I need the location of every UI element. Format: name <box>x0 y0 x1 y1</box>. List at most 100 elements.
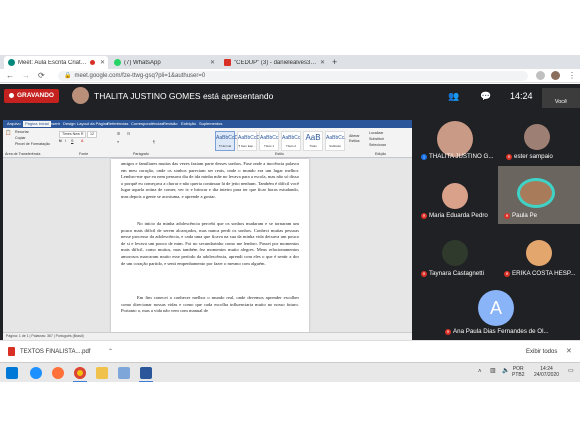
windows-taskbar: ˄ ▥ 🔈 POR PTB2 14:24 24/07/2020 ▭ <box>0 362 580 383</box>
word-app-icon[interactable] <box>140 367 152 379</box>
tray-up-arrow-icon[interactable]: ˄ <box>478 369 482 375</box>
tab-meet[interactable]: Meet: Aula Escrita Criativa ✕ <box>4 56 108 69</box>
lock-icon: 🔒 <box>64 73 72 79</box>
copy-button[interactable]: Copiar <box>15 136 26 141</box>
word-tab-exibicao[interactable]: Exibição <box>181 121 196 127</box>
change-styles-button[interactable]: Alterar Estilos <box>349 134 365 144</box>
pilcrow-icon[interactable]: ¶ <box>153 140 155 145</box>
download-item[interactable]: TEXTOS FINALISTA....pdf <box>20 347 90 357</box>
windows-start-icon[interactable] <box>6 367 18 379</box>
file-explorer-icon[interactable] <box>96 367 108 379</box>
participant-avatar <box>526 240 552 266</box>
pdf-file-icon <box>8 347 15 356</box>
word-tab-revisao[interactable]: Revisão <box>163 121 177 127</box>
recording-badge: GRAVANDO <box>4 89 59 103</box>
top-blank-area <box>0 0 580 55</box>
close-icon[interactable]: ✕ <box>566 347 572 357</box>
font-name-select[interactable]: Times New R <box>59 131 87 138</box>
edge-browser-icon[interactable] <box>30 367 42 379</box>
bold-icon[interactable]: N <box>59 139 62 144</box>
people-icon[interactable]: 👥 <box>448 90 459 102</box>
participant-avatar <box>437 121 473 157</box>
underline-icon[interactable]: S <box>71 139 73 144</box>
clock-date: 24/07/2020 <box>534 372 560 378</box>
bullets-icon[interactable]: ☰ <box>117 132 120 137</box>
gmail-favicon-icon <box>224 59 231 66</box>
styles-group-label: Estilo <box>275 152 284 156</box>
style-subtitle[interactable]: AaBbCc. Subtítulo <box>325 131 346 151</box>
word-window: Arquivo Página Inicial Inserir Design La… <box>3 120 412 340</box>
find-button[interactable]: Localizar <box>369 131 383 136</box>
profile-avatar[interactable] <box>551 71 560 80</box>
style-name: Título 2 <box>285 144 296 148</box>
style-heading-1[interactable]: AaBbCc Título 1 <box>259 131 279 151</box>
style-normal[interactable]: AaBbCcDc ¶ Normal <box>215 131 240 151</box>
style-preview: AaBbCc. <box>326 135 346 141</box>
mic-off-icon: ✕ <box>506 154 512 160</box>
star-icon[interactable] <box>536 71 545 80</box>
show-all-button[interactable]: Exibir todos <box>526 347 557 357</box>
forward-arrow-icon[interactable]: → <box>22 70 30 82</box>
tab-gmail[interactable]: "CEDUP" (3) - danielealves36@ ✕ <box>220 56 328 69</box>
align-justify-icon[interactable]: ≡ <box>117 140 119 145</box>
notifications-icon[interactable]: ▭ <box>568 368 574 374</box>
style-title[interactable]: AaB Título <box>303 131 323 151</box>
word-tab-layout[interactable]: Layout da Página <box>77 121 108 127</box>
word-tab-arquivo[interactable]: Arquivo <box>7 121 21 127</box>
chevron-down-icon[interactable]: ⌃ <box>108 347 113 357</box>
word-tab-inserir[interactable]: Inserir <box>49 121 60 127</box>
menu-dots-icon[interactable]: ⋮ <box>568 70 576 82</box>
firefox-icon[interactable] <box>52 367 64 379</box>
word-tab-referencias[interactable]: Referências <box>107 121 128 127</box>
paragraph-group-label: Parágrafo <box>133 152 149 156</box>
network-icon[interactable]: ▥ <box>490 368 496 374</box>
presenter-text: THALITA JUSTINO GOMES está apresentando <box>94 91 274 101</box>
close-icon[interactable]: ✕ <box>100 59 105 66</box>
new-tab-button[interactable]: + <box>332 55 337 69</box>
word-tab-correspondencias[interactable]: Correspondências <box>131 121 163 127</box>
clipboard-group-label: Área de Transferência <box>5 152 41 156</box>
participant-avatar <box>524 124 550 150</box>
select-button[interactable]: Selecionar <box>369 143 386 148</box>
meeting-time: 14:24 <box>510 91 533 101</box>
reload-icon[interactable]: ⟳ <box>38 70 45 82</box>
font-color-icon[interactable]: A <box>81 139 83 144</box>
numbering-icon[interactable]: ☷ <box>127 132 130 137</box>
chrome-icon[interactable] <box>74 367 86 379</box>
document-page[interactable]: amigos e familiares muitas das vezes faz… <box>111 159 309 332</box>
paste-icon[interactable]: 📋 <box>5 131 11 136</box>
back-arrow-icon[interactable]: ← <box>6 70 14 82</box>
close-icon[interactable]: ✕ <box>320 59 325 66</box>
word-status-bar: Página: 1 de 1 | Palavras: 367 | Portugu… <box>3 332 412 340</box>
participant-name: | THALITA JUSTINO G... <box>421 153 494 161</box>
photos-icon[interactable] <box>118 367 130 379</box>
word-ribbon-tabs: Arquivo Página Inicial Inserir Design La… <box>3 120 412 128</box>
style-preview: AaBbCc <box>282 135 301 141</box>
font-size-select[interactable]: 12 <box>87 131 97 138</box>
document-paragraph: Em fim conecei a conhecer melhor o mundo… <box>121 295 299 314</box>
format-painter-button[interactable]: Pincel de Formatação <box>15 142 50 147</box>
participant-avatar <box>442 183 468 209</box>
chat-icon[interactable]: 💬 <box>480 90 491 102</box>
volume-icon[interactable]: 🔈 <box>502 368 509 374</box>
word-tab-pagina-inicial[interactable]: Página Inicial <box>23 121 51 127</box>
replace-button[interactable]: Substituir <box>369 137 384 142</box>
self-view-tile[interactable]: Você <box>542 88 580 108</box>
tab-whatsapp[interactable]: (7) WhatsApp ✕ <box>110 56 218 69</box>
style-name: ¶ Normal <box>218 144 232 148</box>
system-clock[interactable]: 14:24 24/07/2020 <box>534 366 559 378</box>
close-icon[interactable]: ✕ <box>210 59 215 66</box>
url-field[interactable]: 🔒 meet.google.com/fze-ttwg-gsq?pli=1&auth… <box>58 71 528 81</box>
style-preview: AaB <box>305 133 321 142</box>
language-indicator[interactable]: POR PTB2 <box>512 366 525 378</box>
cut-button[interactable]: Recortar <box>15 130 29 135</box>
italic-icon[interactable]: I <box>65 139 66 144</box>
mic-off-icon: ✕ <box>421 271 427 277</box>
word-tab-design[interactable]: Design <box>63 121 75 127</box>
meet-favicon-icon <box>8 59 15 66</box>
word-ribbon: 📋 Recortar Copiar Pincel de Formatação Á… <box>3 128 412 158</box>
word-tab-suplementos[interactable]: Suplementos <box>199 121 222 127</box>
style-no-spacing[interactable]: AaBbCcDc ¶ Sem Esp... <box>237 131 262 151</box>
participant-avatar <box>442 240 468 266</box>
style-heading-2[interactable]: AaBbCc Título 2 <box>281 131 301 151</box>
